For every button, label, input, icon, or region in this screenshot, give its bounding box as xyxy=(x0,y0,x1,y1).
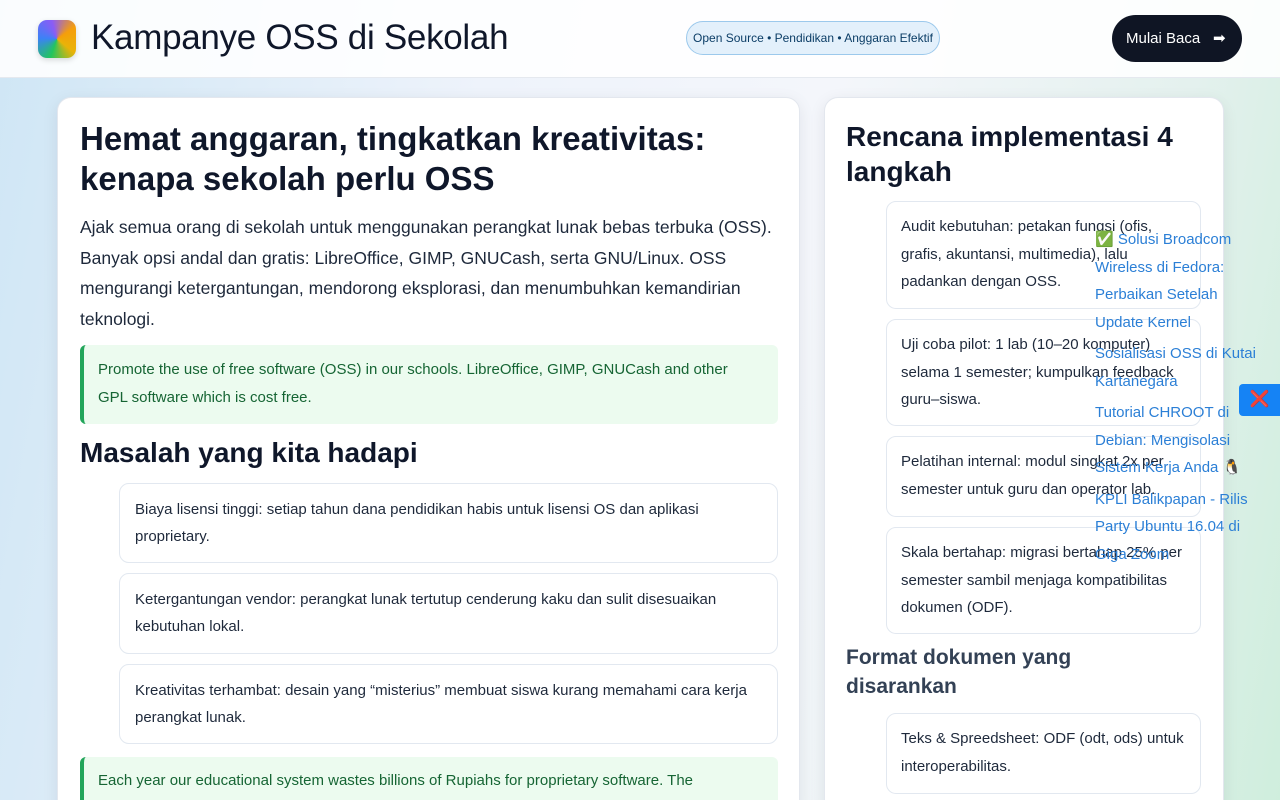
arrow-right-icon: ➡ xyxy=(1213,30,1226,47)
problem-item: Biaya lisensi tinggi: setiap tahun dana … xyxy=(119,483,778,563)
site-title[interactable]: Kampanye OSS di Sekolah xyxy=(91,18,509,58)
format-heading: Format dokumen yang disarankan xyxy=(846,646,1072,698)
format-item: Teks & Spreedsheet: ODF (odt, ods) untuk… xyxy=(886,713,1201,794)
related-link[interactable]: KPLI Balikpapan - Rilis Party Ubuntu 16.… xyxy=(1095,486,1265,569)
related-link[interactable]: ✅ Solusi Broadcom Wireless di Fedora: Pe… xyxy=(1095,226,1265,336)
start-reading-button[interactable]: Mulai Baca ➡ xyxy=(1112,15,1242,62)
top-navigation-bar: Kampanye OSS di Sekolah Open Source • Pe… xyxy=(0,0,1280,78)
close-icon[interactable]: ❌ xyxy=(1239,384,1280,416)
start-reading-label: Mulai Baca xyxy=(1126,30,1201,47)
quote-block: Each year our educational system wastes … xyxy=(80,757,778,800)
problem-item: Kreativitas terhambat: desain yang “mist… xyxy=(119,664,778,744)
article-title: Hemat anggaran, tingkatkan kreativitas: … xyxy=(80,120,706,197)
problems-heading: Masalah yang kita hadapi xyxy=(80,437,418,468)
site-logo[interactable] xyxy=(38,20,76,58)
tagline-badge: Open Source • Pendidikan • Anggaran Efek… xyxy=(686,21,940,55)
article-intro: Ajak semua orang di sekolah untuk menggu… xyxy=(80,217,772,329)
problem-item: Ketergantungan vendor: perangkat lunak t… xyxy=(119,573,778,654)
plan-heading: Rencana implementasi 4 langkah xyxy=(846,121,1173,187)
quote-block: Promote the use of free software (OSS) i… xyxy=(80,345,778,424)
